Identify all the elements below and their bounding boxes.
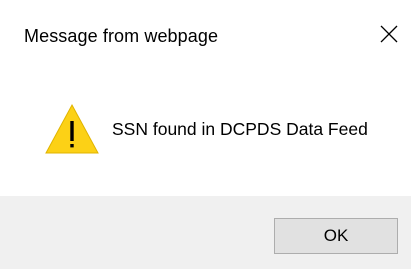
dialog-content: SSN found in DCPDS Data Feed <box>44 101 368 157</box>
warning-icon <box>45 103 99 154</box>
dialog-footer: OK <box>0 196 411 269</box>
close-icon <box>380 25 398 43</box>
dialog-title: Message from webpage <box>24 26 219 46</box>
close-button[interactable] <box>367 14 411 54</box>
dialog-message: SSN found in DCPDS Data Feed <box>112 118 368 139</box>
message-dialog: Message from webpage SSN found in DCPDS … <box>0 0 411 269</box>
ok-button[interactable]: OK <box>274 218 398 254</box>
